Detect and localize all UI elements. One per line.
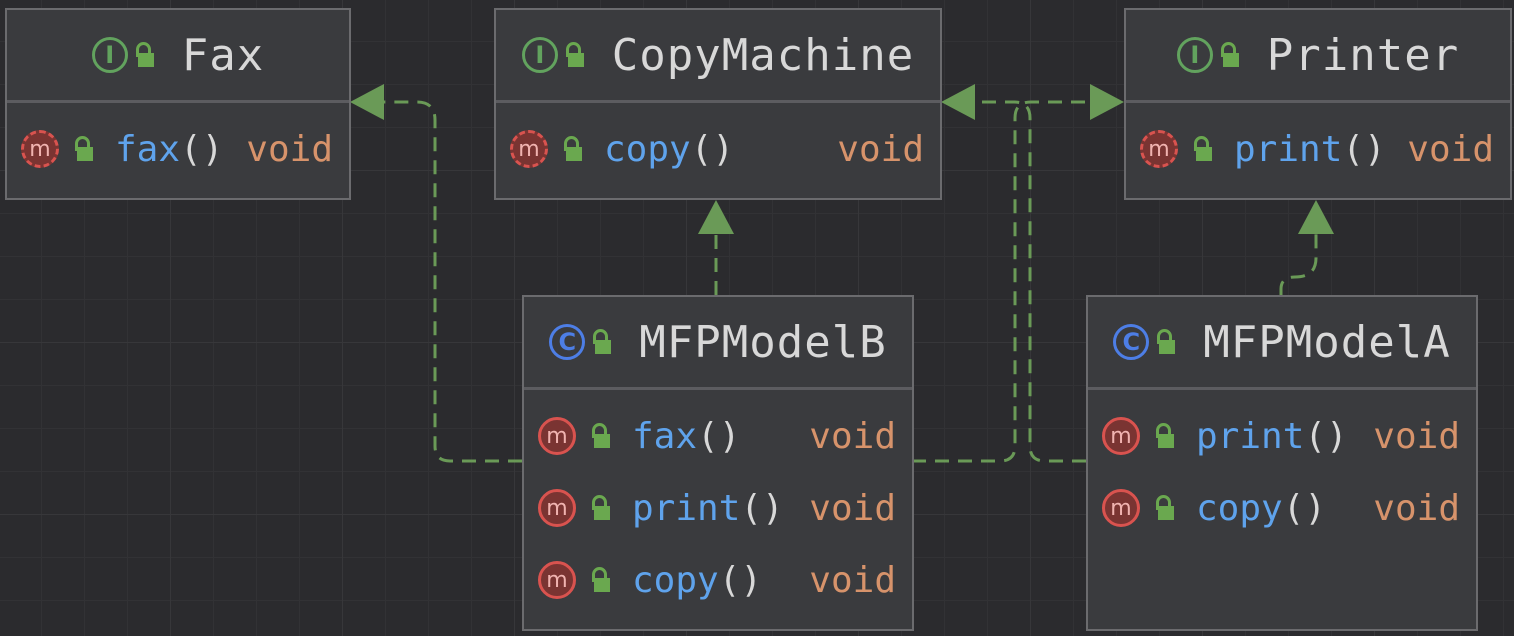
public-lock-icon [1155, 329, 1176, 355]
return-type: void [1373, 487, 1460, 529]
method-row[interactable]: m fax() void [7, 113, 349, 185]
method-parens: () [718, 559, 763, 601]
public-lock-icon [1154, 495, 1174, 521]
method-parens: () [180, 128, 224, 170]
public-lock-icon [73, 136, 93, 162]
method-icon: m [538, 561, 576, 599]
return-type: void [837, 128, 924, 170]
method-icon: m [510, 130, 548, 168]
method-row[interactable]: m print() void [1126, 113, 1510, 185]
return-type: void [1373, 415, 1460, 457]
method-parens: () [1282, 487, 1327, 529]
return-type: void [1407, 128, 1494, 170]
method-parens: () [1342, 128, 1386, 170]
node-fax[interactable]: I Fax m fax() void [5, 8, 351, 200]
public-lock-icon [1154, 423, 1174, 449]
node-header: I Fax [7, 10, 349, 103]
method-icon: m [1102, 417, 1140, 455]
class-icon: C [1113, 324, 1150, 360]
node-header: I Printer [1126, 10, 1510, 103]
method-row[interactable]: m copy() void [496, 113, 940, 185]
arrowhead-printer-left [1090, 84, 1124, 120]
class-icon: C [549, 324, 586, 360]
interface-icon: I [91, 37, 128, 73]
public-lock-icon [134, 42, 154, 68]
public-lock-icon [562, 136, 582, 162]
public-lock-icon [564, 42, 584, 68]
method-parens: () [1304, 415, 1348, 457]
method-row[interactable]: m copy() void [524, 544, 912, 616]
public-lock-icon [1219, 42, 1239, 68]
method-name: print [1196, 415, 1305, 457]
return-type: void [246, 128, 333, 170]
edge-mfpmodela-to-printer [1279, 232, 1318, 295]
public-lock-icon [591, 329, 612, 355]
method-name: print [632, 487, 741, 529]
return-type: void [809, 487, 896, 529]
method-row[interactable]: m copy() void [1088, 472, 1476, 544]
method-name: copy [632, 559, 719, 601]
node-title: Printer [1266, 29, 1460, 81]
arrowhead-copymachine-bottom [698, 200, 734, 234]
node-title: MFPModelA [1203, 316, 1451, 368]
node-header: C MFPModelA [1088, 297, 1476, 390]
return-type: void [809, 559, 896, 601]
node-title: MFPModelB [639, 316, 887, 368]
method-name: copy [604, 128, 691, 170]
public-lock-icon [590, 567, 610, 593]
method-name: copy [1196, 487, 1283, 529]
return-type: void [809, 415, 896, 457]
method-row[interactable]: m print() void [524, 472, 912, 544]
method-name: print [1234, 128, 1343, 170]
arrowhead-copymachine-right [941, 84, 975, 120]
node-title: Fax [181, 29, 265, 81]
interface-icon: I [521, 37, 558, 73]
node-printer[interactable]: I Printer m print() void [1124, 8, 1512, 200]
method-row[interactable]: m print() void [1088, 400, 1476, 472]
method-row[interactable]: m fax() void [524, 400, 912, 472]
node-header: C MFPModelB [524, 297, 912, 390]
node-mfpmodelb[interactable]: C MFPModelB m fax() void m print() void … [522, 295, 914, 631]
node-header: I CopyMachine [496, 10, 940, 103]
node-title: CopyMachine [611, 29, 915, 81]
method-icon: m [21, 130, 59, 168]
node-mfpmodela[interactable]: C MFPModelA m print() void m copy() void [1086, 295, 1478, 631]
method-parens: () [740, 487, 784, 529]
arrowhead-fax [350, 84, 384, 120]
method-name: fax [115, 128, 181, 170]
public-lock-icon [590, 423, 610, 449]
method-parens: () [690, 128, 735, 170]
method-icon: m [538, 489, 576, 527]
public-lock-icon [1192, 136, 1212, 162]
uml-diagram-canvas: I Fax m fax() void I CopyMachine m copy(… [0, 0, 1514, 636]
node-copymachine[interactable]: I CopyMachine m copy() void [494, 8, 942, 200]
arrowhead-printer-bottom [1298, 200, 1334, 234]
method-name: fax [632, 415, 698, 457]
method-parens: () [697, 415, 741, 457]
interface-icon: I [1176, 37, 1213, 73]
method-icon: m [1102, 489, 1140, 527]
method-icon: m [538, 417, 576, 455]
edge-mfpmodela-to-copymachine [972, 100, 1086, 463]
method-icon: m [1140, 130, 1178, 168]
public-lock-icon [590, 495, 610, 521]
